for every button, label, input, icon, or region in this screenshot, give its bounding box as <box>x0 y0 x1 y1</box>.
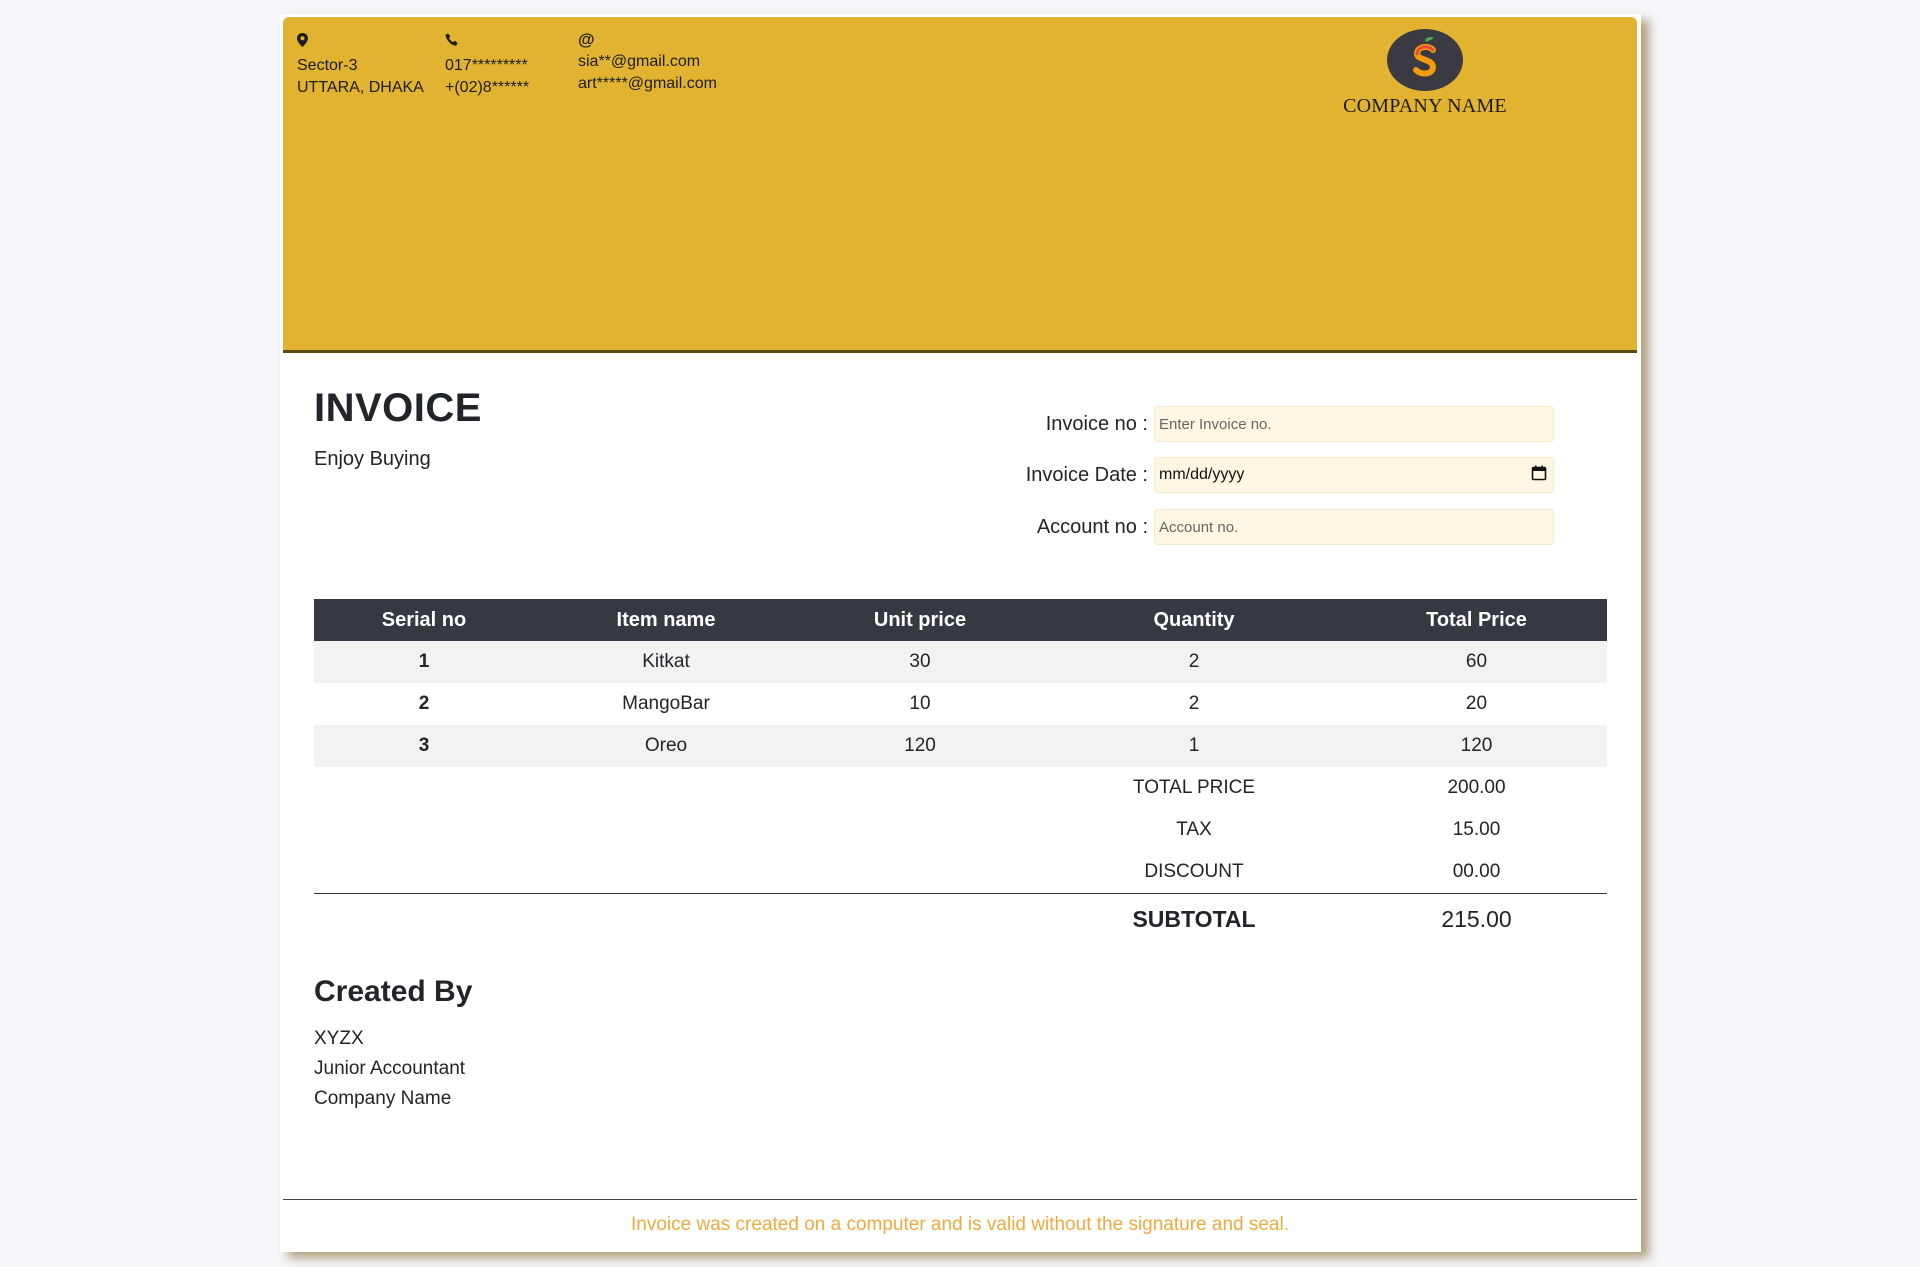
invoice-date-input[interactable]: mm/dd/yyyy <box>1154 457 1554 493</box>
tax-row: TAX 15.00 <box>314 809 1607 851</box>
account-no-input[interactable] <box>1154 509 1554 545</box>
total-price-value: 200.00 <box>1447 777 1506 798</box>
header-unit-price: Unit price <box>798 599 1042 641</box>
invoice-date-label: Invoice Date : <box>1025 463 1148 486</box>
discount-label: DISCOUNT <box>1144 861 1244 882</box>
subtotal-value: 215.00 <box>1346 893 1607 944</box>
unit-price-cell: 30 <box>798 641 1042 683</box>
company-brand: COMPANY NAME <box>1330 29 1520 118</box>
address-line-1: Sector-3 <box>297 57 358 74</box>
quantity-cell: 2 <box>1188 693 1200 714</box>
address-line-2: UTTARA, DHAKA <box>297 79 424 96</box>
creator-name: XYZX <box>314 1028 364 1049</box>
total-price-cell: 60 <box>1346 641 1607 683</box>
invoice-no-label: Invoice no : <box>1045 412 1148 435</box>
header-quantity: Quantity <box>1042 599 1346 641</box>
discount-value: 00.00 <box>1452 861 1501 882</box>
phone-line-2: +(02)8****** <box>445 79 530 96</box>
address-block: Sector-3 UTTARA, DHAKA <box>297 29 424 99</box>
account-no-row: Account no : <box>870 506 1554 548</box>
location-pin-icon <box>297 33 424 55</box>
items-table: Serial no Item name Unit price Quantity … <box>314 599 1607 944</box>
invoice-tagline: Enjoy Buying <box>314 448 431 470</box>
invoice-date-value: mm/dd/yyyy <box>1159 466 1245 483</box>
invoice-title: INVOICE <box>314 386 482 430</box>
serial-cell: 2 <box>418 693 430 714</box>
phone-block: 017********* +(02)8****** <box>445 29 529 99</box>
table-header-row: Serial no Item name Unit price Quantity … <box>314 599 1607 641</box>
quantity-cell: 1 <box>1042 725 1346 767</box>
table-row: 2 MangoBar 10 2 20 <box>314 683 1607 725</box>
invoice-no-row: Invoice no : <box>870 403 1554 445</box>
created-by-details: XYZX Junior Accountant Company Name <box>314 1024 465 1114</box>
phone-line-1: 017********* <box>445 57 528 74</box>
at-sign-icon: @ <box>578 30 595 49</box>
subtotal-row: SUBTOTAL 215.00 <box>314 893 1607 944</box>
company-logo-icon <box>1387 29 1463 91</box>
table-row: 3 Oreo 120 1 120 <box>314 725 1607 767</box>
total-price-row: TOTAL PRICE 200.00 <box>314 767 1607 809</box>
item-name-cell: Kitkat <box>534 641 798 683</box>
subtotal-label: SUBTOTAL <box>1042 893 1346 944</box>
phone-icon <box>445 33 529 55</box>
tax-label: TAX <box>1176 819 1212 840</box>
creator-company: Company Name <box>314 1088 452 1109</box>
header-serial-no: Serial no <box>314 599 534 641</box>
email-line-2: art*****@gmail.com <box>578 75 717 92</box>
table-row: 1 Kitkat 30 2 60 <box>314 641 1607 683</box>
discount-row: DISCOUNT 00.00 <box>314 851 1607 894</box>
creator-role: Junior Accountant <box>314 1058 466 1079</box>
invoice-header: Sector-3 UTTARA, DHAKA 017********* +(02… <box>283 17 1637 353</box>
email-line-1: sia**@gmail.com <box>578 53 701 70</box>
tax-value: 15.00 <box>1452 819 1501 840</box>
footer-note: Invoice was created on a computer and is… <box>631 1214 1289 1235</box>
unit-price-cell: 10 <box>909 693 931 714</box>
invoice-no-input[interactable] <box>1154 406 1554 442</box>
serial-cell: 1 <box>314 641 534 683</box>
header-item-name: Item name <box>534 599 798 641</box>
quantity-cell: 2 <box>1042 641 1346 683</box>
invoice-date-row: Invoice Date : mm/dd/yyyy <box>870 454 1554 496</box>
header-total-price: Total Price <box>1346 599 1607 641</box>
total-price-cell: 120 <box>1346 725 1607 767</box>
item-name-cell: MangoBar <box>622 693 710 714</box>
item-name-cell: Oreo <box>534 725 798 767</box>
total-price-cell: 20 <box>1465 693 1488 714</box>
company-name: COMPANY NAME <box>1343 95 1507 117</box>
account-no-label: Account no : <box>1036 515 1148 538</box>
footer-divider <box>283 1199 1637 1200</box>
created-by-title: Created By <box>314 975 473 1008</box>
email-block: @ sia**@gmail.com art*****@gmail.com <box>578 29 717 95</box>
calendar-icon[interactable] <box>1531 465 1547 486</box>
total-price-label: TOTAL PRICE <box>1132 777 1256 798</box>
invoice-sheet: Sector-3 UTTARA, DHAKA 017********* +(02… <box>280 14 1641 1252</box>
serial-cell: 3 <box>314 725 534 767</box>
unit-price-cell: 120 <box>798 725 1042 767</box>
